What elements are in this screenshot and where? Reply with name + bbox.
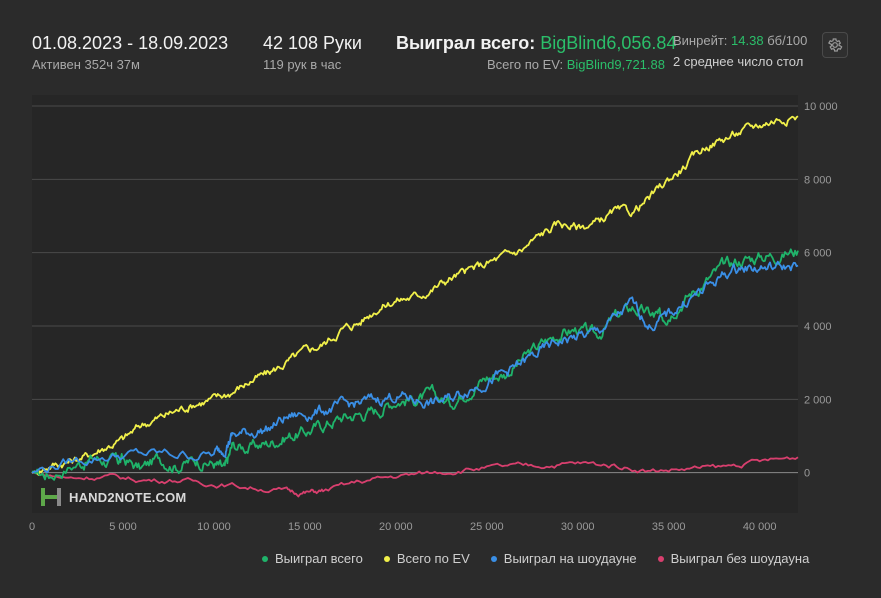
stats-panel: 01.08.2023 - 18.09.2023 Активен 352ч 37м… — [0, 0, 881, 598]
y-tick-label: 2 000 — [804, 394, 832, 406]
x-tick-label: 40 000 — [743, 521, 777, 533]
legend-dot — [262, 555, 268, 562]
x-tick-label: 20 000 — [379, 521, 413, 533]
x-tick-label: 5 000 — [109, 521, 137, 533]
hand2note-logo-icon — [41, 488, 61, 506]
logo: HAND2NOTE.COM — [40, 487, 186, 507]
y-tick-label: 8 000 — [804, 174, 832, 186]
x-tick-label: 30 000 — [561, 521, 595, 533]
legend-item-showdown[interactable]: Выиграл на шоудауне — [490, 551, 637, 566]
chart-legend: Выиграл всего Всего по EV Выиграл на шоу… — [262, 551, 809, 566]
legend-dot — [657, 555, 664, 562]
legend-item-won-total[interactable]: Выиграл всего — [262, 551, 363, 566]
x-tick-label: 35 000 — [652, 521, 686, 533]
logo-text: HAND2NOTE.COM — [69, 489, 187, 505]
y-tick-label: 6 000 — [804, 248, 832, 260]
x-tick-label: 15 000 — [288, 521, 322, 533]
legend-item-non-showdown[interactable]: Выиграл без шоудауна — [657, 551, 810, 566]
legend-label: Выиграл без шоудауна — [670, 551, 810, 566]
y-tick-label: 4 000 — [804, 321, 832, 333]
legend-label: Выиграл на шоудауне — [503, 551, 637, 566]
profit-chart: 0 2 000 4 000 6 000 8 000 10 000 0 5 000 10 000 1… — [29, 95, 838, 533]
x-tick-label: 0 — [29, 521, 35, 533]
y-tick-label: 10 000 — [804, 101, 838, 113]
legend-label: Всего по EV — [396, 551, 470, 566]
legend-dot — [490, 555, 497, 562]
x-tick-label: 25 000 — [470, 521, 504, 533]
legend-dot — [383, 555, 390, 562]
legend-item-ev-total[interactable]: Всего по EV — [383, 551, 470, 566]
x-tick-label: 10 000 — [197, 521, 231, 533]
y-tick-label: 0 — [804, 468, 810, 480]
legend-label: Выиграл всего — [275, 551, 363, 566]
